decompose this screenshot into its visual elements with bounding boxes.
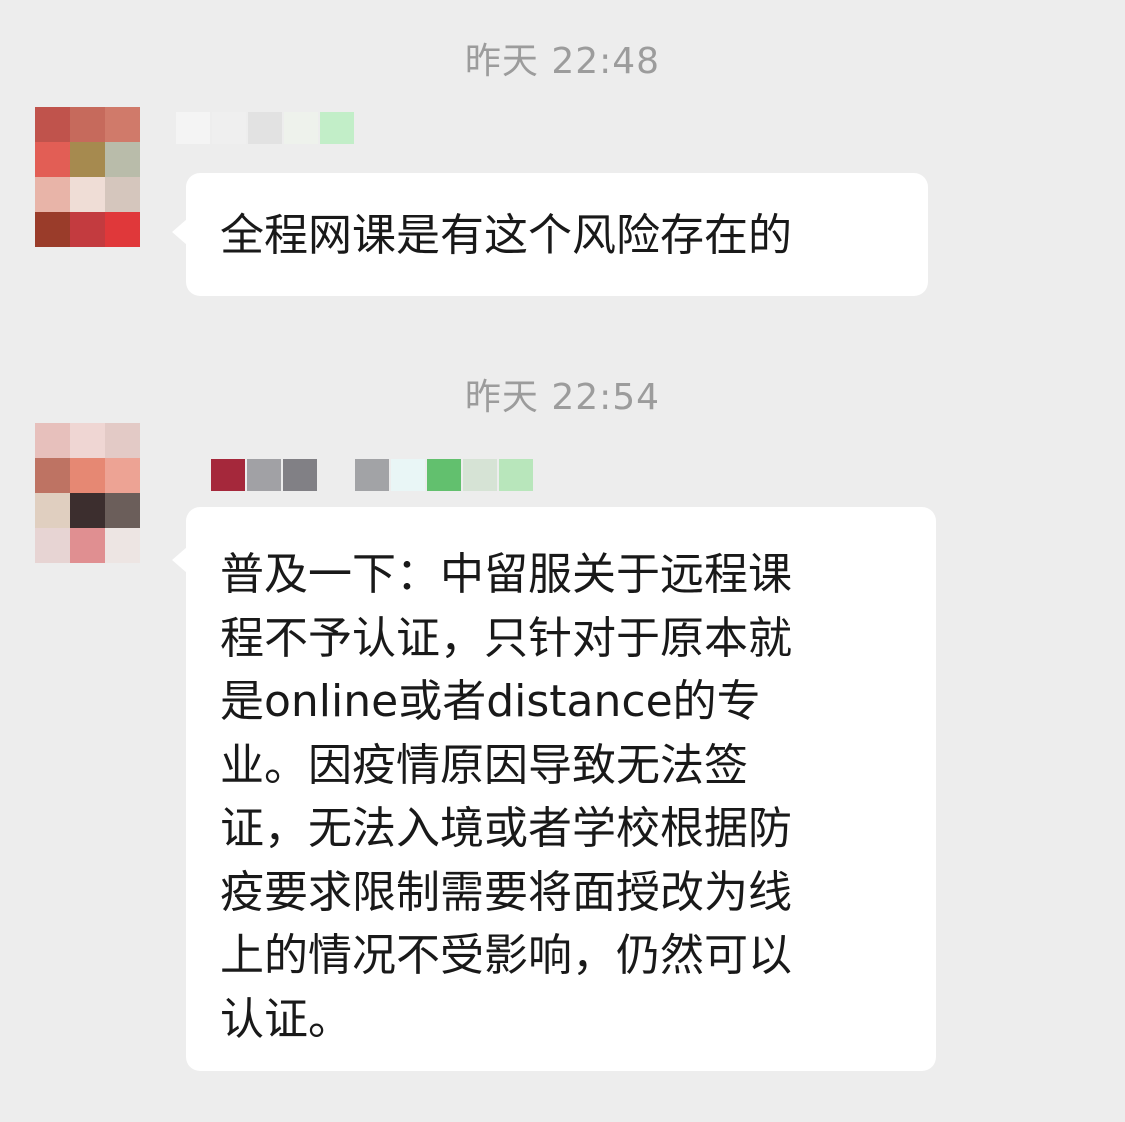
name-mosaic-pixel <box>427 459 461 491</box>
avatar-mosaic-pixel <box>70 177 105 212</box>
avatar-mosaic-pixel <box>35 142 70 177</box>
message-text-line: 业。因疫情原因导致无法签 <box>220 739 748 791</box>
timestamp: 昨天 22:48 <box>464 41 661 82</box>
name-mosaic-pixel <box>499 459 533 491</box>
avatar[interactable] <box>35 107 140 247</box>
avatar-mosaic-pixel <box>70 212 105 247</box>
message-text-line: 是online或者distance的专 <box>220 676 761 727</box>
name-mosaic-pixel <box>248 112 282 144</box>
avatar-mosaic-pixel <box>70 423 105 458</box>
name-mosaic-pixel <box>247 459 281 491</box>
timestamp: 昨天 22:54 <box>464 377 661 418</box>
avatar-mosaic-pixel <box>35 212 70 247</box>
avatar-mosaic-pixel <box>105 107 140 142</box>
avatar-mosaic-pixel <box>105 142 140 177</box>
avatar-mosaic-pixel <box>35 458 70 493</box>
name-mosaic-pixel <box>284 112 318 144</box>
avatar-mosaic-pixel <box>105 212 140 247</box>
sender-name <box>211 459 535 491</box>
bubble-tail <box>172 547 187 573</box>
avatar-mosaic-pixel <box>70 528 105 563</box>
avatar-mosaic-pixel <box>105 458 140 493</box>
message-bubble[interactable]: 普及一下：中留服关于远程课 程不予认证，只针对于原本就 是online或者dis… <box>172 507 936 1071</box>
message-bubble[interactable]: 全程网课是有这个风险存在的 <box>172 173 928 296</box>
avatar-mosaic-pixel <box>105 493 140 528</box>
name-mosaic-pixel <box>176 112 210 144</box>
message-text-line: 上的情况不受影响，仍然可以 <box>220 930 792 981</box>
name-mosaic-pixel <box>463 459 497 491</box>
name-mosaic-pixel <box>212 112 246 144</box>
name-mosaic-pixel <box>391 459 425 491</box>
name-mosaic-pixel <box>319 459 353 491</box>
avatar-mosaic-pixel <box>70 458 105 493</box>
bubble-tail <box>172 219 187 245</box>
name-mosaic-pixel <box>283 459 317 491</box>
avatar[interactable] <box>35 423 140 563</box>
avatar-mosaic-pixel <box>35 493 70 528</box>
avatar-mosaic-pixel <box>70 142 105 177</box>
message-text-line: 程不予认证，只针对于原本就 <box>220 612 792 664</box>
message-text: 全程网课是有这个风险存在的 <box>220 210 792 261</box>
name-mosaic-pixel <box>355 459 389 491</box>
sender-name <box>176 112 356 144</box>
message-text-line: 证，无法入境或者学校根据防 <box>220 803 792 854</box>
avatar-mosaic-pixel <box>70 493 105 528</box>
message-text-line: 普及一下：中留服关于远程课 <box>220 549 792 600</box>
avatar-mosaic-pixel <box>35 423 70 458</box>
message-text-line: 认证。 <box>220 993 352 1045</box>
avatar-mosaic-pixel <box>35 177 70 212</box>
avatar-mosaic-pixel <box>70 107 105 142</box>
avatar-mosaic-pixel <box>105 528 140 563</box>
avatar-mosaic-pixel <box>35 107 70 142</box>
avatar-mosaic-pixel <box>105 177 140 212</box>
name-mosaic-pixel <box>320 112 354 144</box>
avatar-mosaic-pixel <box>105 423 140 458</box>
message-text-line: 疫要求限制需要将面授改为线 <box>220 866 792 918</box>
name-mosaic-pixel <box>211 459 245 491</box>
avatar-mosaic-pixel <box>35 528 70 563</box>
